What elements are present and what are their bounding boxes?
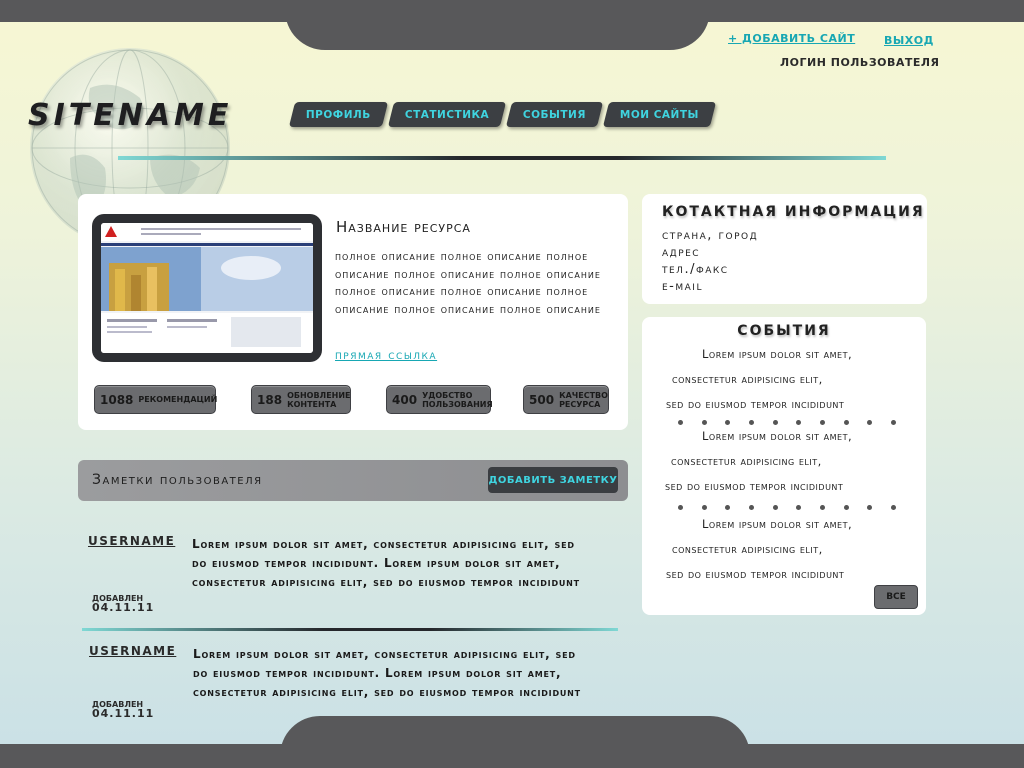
note-username-link[interactable]: USERNAME [88, 534, 175, 548]
logout-link[interactable]: ВЫХОД [884, 34, 934, 47]
stat-label: ОБНОВЛЕНИЕ КОНТЕНТА [287, 390, 351, 409]
add-note-button[interactable]: ДОБАВИТЬ ЗАМЕТКУ [488, 467, 618, 493]
top-tab-shape [285, 0, 710, 50]
stat-usability[interactable]: 400 УДОБСТВО ПОЛЬЗОВАНИЯ [386, 385, 493, 414]
nav-item-events[interactable]: СОБЫТИЯ [506, 102, 604, 127]
contact-phone: тел./факс [662, 262, 729, 277]
note-date: 04.11.11 [92, 601, 155, 614]
nav-item-label: СТАТИСТИКА [404, 108, 490, 121]
nav-item-label: ПРОФИЛЬ [306, 108, 371, 121]
all-events-button[interactable]: ВСЕ [874, 585, 918, 609]
notes-divider [82, 628, 618, 631]
stat-value: 400 [392, 392, 418, 407]
stat-content-update[interactable]: 188 ОБНОВЛЕНИЕ КОНТЕНТА [251, 385, 351, 414]
nav-item-my-sites[interactable]: МОИ САЙТЫ [603, 102, 717, 127]
nav-item-label: МОИ САЙТЫ [620, 108, 700, 121]
note-date: 04.11.11 [92, 707, 155, 720]
event-text: consectetur adipisicing elit, [672, 372, 823, 386]
site-screenshot-image [101, 223, 313, 353]
event-separator [678, 505, 896, 510]
contact-country: страна, город [662, 228, 759, 243]
event-text: sed do eiusmod tempor incididunt [666, 567, 845, 581]
site-logo[interactable]: SITENAME [28, 98, 232, 133]
events-title: СОБЫТИЯ [737, 323, 831, 339]
resource-card: Название ресурса полное описание полное … [78, 194, 628, 430]
stat-quality[interactable]: 500 КАЧЕСТВО РЕСУРСА [523, 385, 609, 414]
note-text: Lorem ipsum dolor sit amet, consectetur … [193, 645, 623, 702]
event-text: sed do eiusmod tempor incididunt [665, 479, 844, 493]
stat-recommendations[interactable]: 1088 РЕКОМЕНДАЦИЙ [94, 385, 218, 414]
user-login-label: ЛОГИН ПОЛЬЗОВАТЕЛЯ [780, 56, 940, 69]
stat-value: 1088 [100, 392, 134, 407]
nav-item-label: СОБЫТИЯ [523, 108, 587, 121]
event-text: Lorem ipsum dolor sit amet, [702, 347, 853, 361]
contact-card: КОТАКТНАЯ ИНФОРМАЦИЯ страна, город адрес… [642, 194, 927, 304]
note-line: do eiusmod tempor incididunt. Lorem ipsu… [193, 666, 562, 680]
resource-direct-link[interactable]: прямая ссылка [335, 348, 437, 363]
resource-thumbnail[interactable] [92, 214, 322, 362]
event-text: Lorem ipsum dolor sit amet, [702, 429, 853, 443]
note-line: consectetur adipisicing elit, sed do eiu… [193, 685, 581, 699]
note-line: Lorem ipsum dolor sit amet, consectetur … [192, 537, 575, 551]
event-text: consectetur adipisicing elit, [672, 542, 823, 556]
add-site-link[interactable]: + ДОБАВИТЬ САЙТ [728, 32, 855, 45]
nav-item-profile[interactable]: ПРОФИЛЬ [288, 102, 388, 127]
stat-label: КАЧЕСТВО РЕСУРСА [559, 390, 608, 409]
note-line: do eiusmod tempor incididunt. Lorem ipsu… [192, 556, 561, 570]
event-text: consectetur adipisicing elit, [671, 454, 822, 468]
note-line: Lorem ipsum dolor sit amet, consectetur … [193, 647, 576, 661]
stat-label: РЕКОМЕНДАЦИЙ [138, 395, 218, 404]
notes-header: Заметки пользователя ДОБАВИТЬ ЗАМЕТКУ [78, 460, 628, 501]
note-username-link[interactable]: USERNAME [89, 644, 176, 658]
stat-value: 500 [529, 392, 555, 407]
stat-value: 188 [257, 392, 283, 407]
contact-email: e-mail [662, 279, 703, 294]
bottom-tab-shape [280, 716, 750, 768]
event-text: Lorem ipsum dolor sit amet, [702, 517, 853, 531]
note-text: Lorem ipsum dolor sit amet, consectetur … [192, 535, 622, 592]
stat-label: УДОБСТВО ПОЛЬЗОВАНИЯ [422, 390, 493, 409]
resource-description: полное описание полное описание полное о… [335, 249, 601, 316]
nav-item-statistics[interactable]: СТАТИСТИКА [387, 102, 507, 127]
event-separator [678, 420, 896, 425]
event-text: sed do eiusmod tempor incididunt [666, 397, 845, 411]
contact-address: адрес [662, 245, 701, 260]
events-card: СОБЫТИЯ Lorem ipsum dolor sit amet, cons… [642, 317, 926, 615]
resource-title: Название ресурса [336, 218, 471, 236]
header-divider [118, 156, 886, 160]
main-nav: ПРОФИЛЬ СТАТИСТИКА СОБЫТИЯ МОИ САЙТЫ [288, 102, 717, 127]
note-line: consectetur adipisicing elit, sed do eiu… [192, 575, 580, 589]
contact-title: КОТАКТНАЯ ИНФОРМАЦИЯ [662, 204, 925, 220]
notes-title: Заметки пользователя [92, 472, 263, 488]
